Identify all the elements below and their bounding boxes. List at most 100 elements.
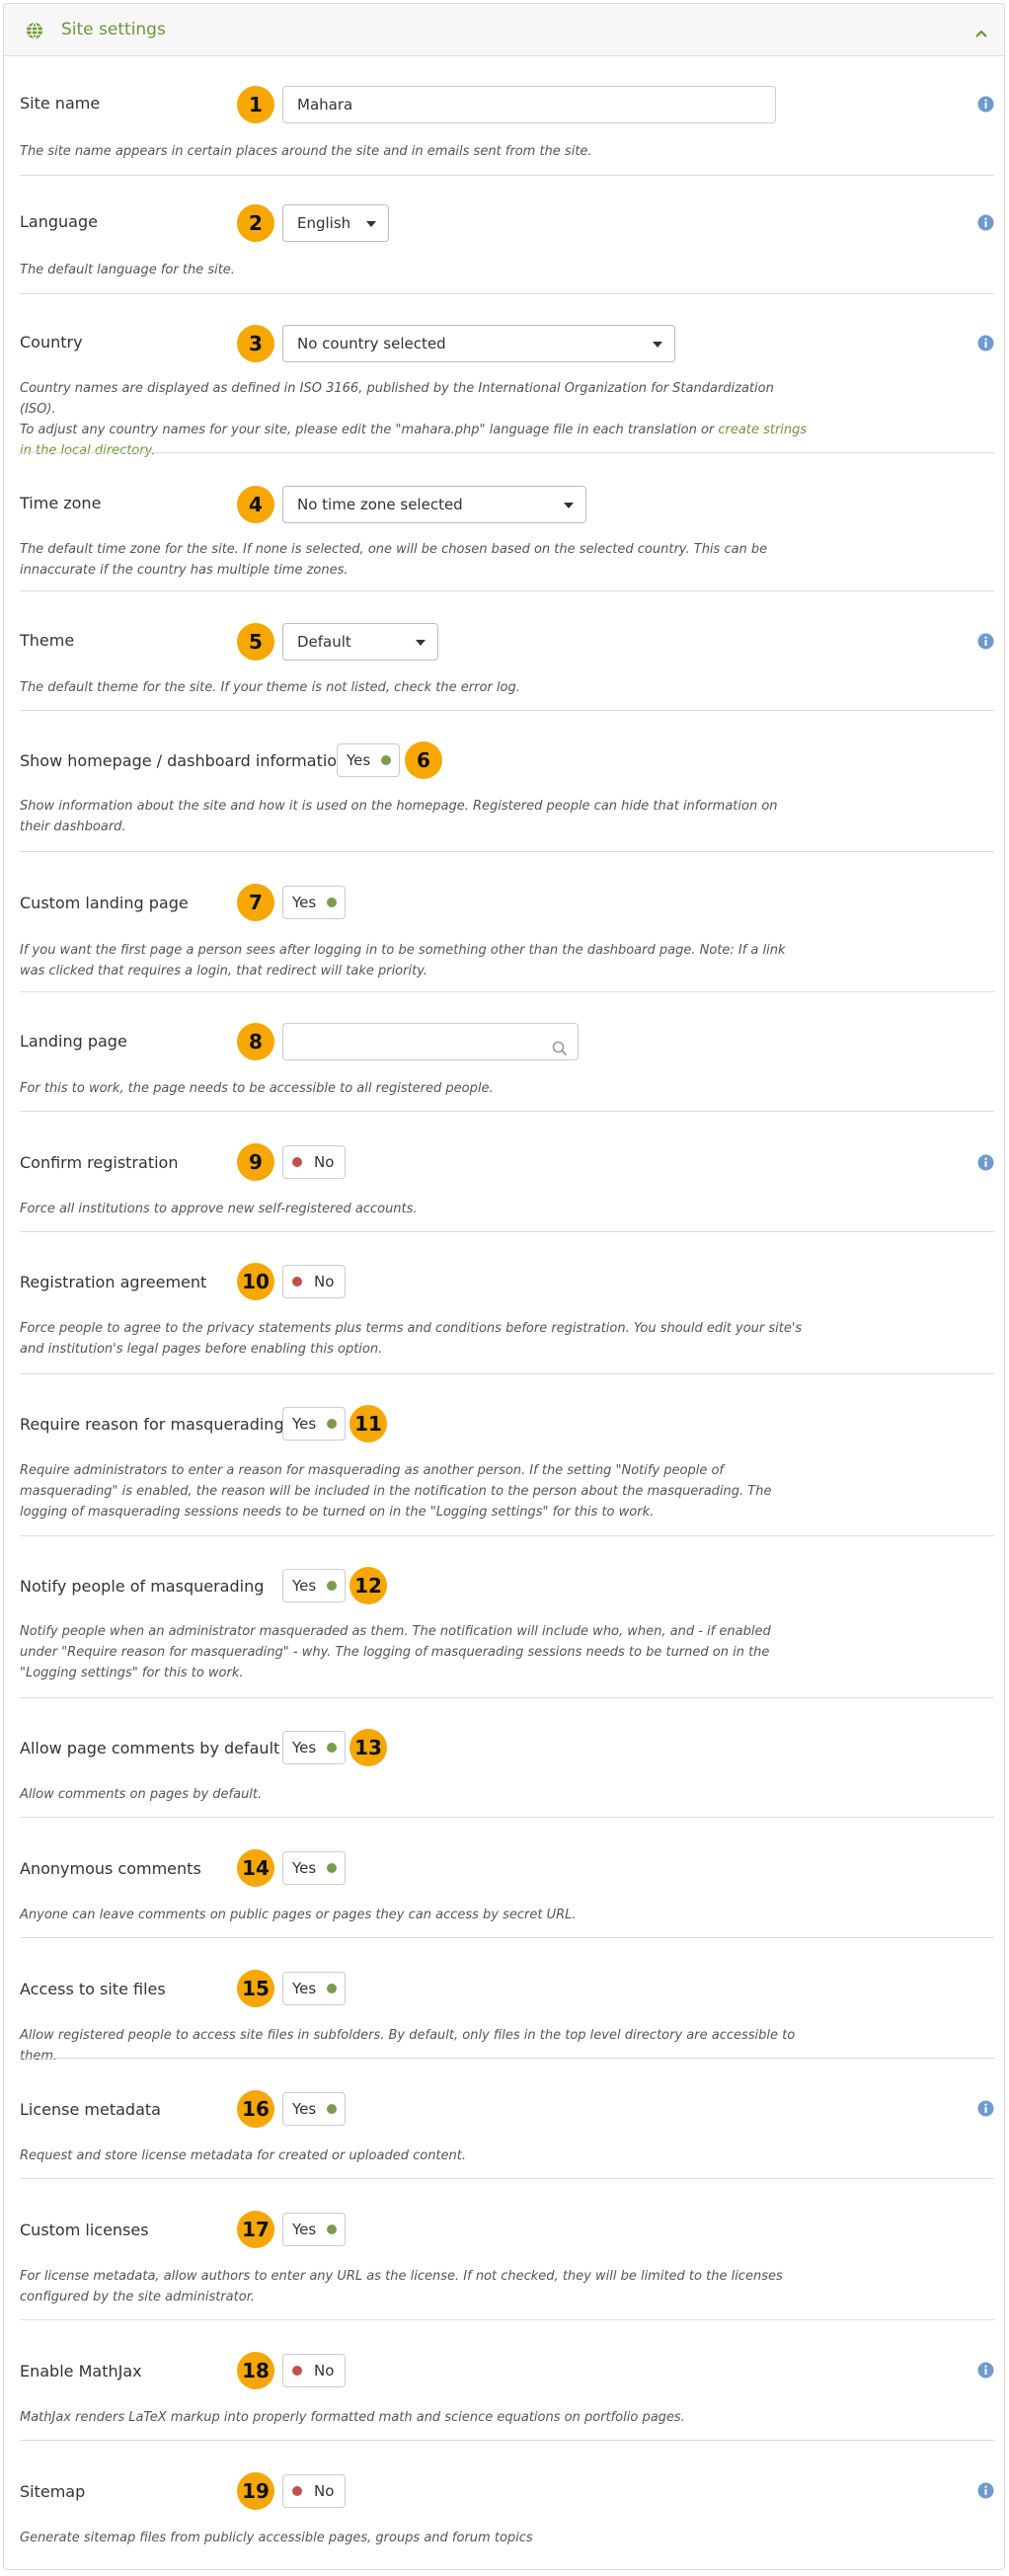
info-icon[interactable] — [977, 633, 994, 654]
license-metadata-description: Request and store license metadata for c… — [20, 2148, 466, 2163]
require-reason-label: Require reason for masquerading — [20, 1415, 284, 1434]
toggle-label: No — [314, 1153, 335, 1171]
callout-badge: 1 — [237, 86, 274, 123]
field-site-files: Access to site files 15 Yes Allow regist… — [20, 1938, 994, 2064]
language-selected-value: English — [297, 214, 351, 232]
toggle-label: Yes — [292, 1739, 317, 1756]
callout-badge: 11 — [349, 1405, 387, 1443]
time-zone-label: Time zone — [20, 494, 102, 512]
toggle-indicator — [327, 898, 337, 907]
custom-licenses-description: For license metadata, allow authors to e… — [20, 2269, 783, 2304]
info-icon[interactable] — [977, 2100, 994, 2121]
license-metadata-toggle[interactable]: Yes — [282, 2092, 346, 2126]
registration-agreement-toggle[interactable]: No — [282, 1265, 346, 1298]
field-sitemap: Sitemap 19 No Generate sitemap files fro… — [20, 2441, 994, 2569]
toggle-label: No — [314, 2362, 335, 2380]
info-icon[interactable] — [977, 214, 994, 235]
custom-landing-toggle[interactable]: Yes — [282, 886, 346, 919]
info-icon[interactable] — [977, 335, 994, 355]
page-comments-description: Allow comments on pages by default. — [20, 1787, 263, 1802]
caret-down-icon — [653, 342, 662, 348]
info-icon[interactable] — [977, 2362, 994, 2382]
field-custom-licenses: Custom licenses 17 Yes For license metad… — [20, 2179, 994, 2320]
field-theme: Theme 5 Default The default theme for th… — [20, 591, 994, 711]
confirm-registration-toggle[interactable]: No — [282, 1145, 346, 1179]
require-reason-description: Require administrators to enter a reason… — [20, 1463, 772, 1520]
field-custom-landing-page: Custom landing page 7 Yes If you want th… — [20, 852, 994, 992]
country-select[interactable]: No country selected — [282, 325, 675, 362]
landing-page-label: Landing page — [20, 1032, 127, 1051]
toggle-indicator — [327, 1863, 337, 1873]
toggle-indicator — [381, 755, 391, 765]
field-anonymous-comments: Anonymous comments 14 Yes Anyone can lea… — [20, 1818, 994, 1938]
country-selected-value: No country selected — [297, 335, 446, 352]
site-files-toggle[interactable]: Yes — [282, 1972, 346, 2005]
page-comments-label: Allow page comments by default — [20, 1739, 280, 1757]
registration-agreement-label: Registration agreement — [20, 1273, 207, 1291]
sitemap-toggle[interactable]: No — [282, 2474, 346, 2508]
site-settings-panel: Site settings Site name 1 Mahara The sit… — [3, 3, 1005, 2570]
theme-select[interactable]: Default — [282, 623, 438, 661]
anonymous-comments-description: Anyone can leave comments on public page… — [20, 1908, 577, 1922]
toggle-label: No — [314, 2482, 335, 2500]
field-notify-masquerading: Notify people of masquerading Yes 12 Not… — [20, 1536, 994, 1698]
callout-badge: 5 — [237, 623, 274, 661]
panel-header[interactable]: Site settings — [4, 4, 1004, 56]
field-mathjax: Enable MathJax 18 No MathJax renders LaT… — [20, 2320, 994, 2441]
sitemap-label: Sitemap — [20, 2482, 86, 2501]
toggle-indicator — [292, 2486, 302, 2496]
landing-page-search-input[interactable] — [282, 1023, 579, 1060]
page-comments-toggle[interactable]: Yes — [282, 1731, 346, 1764]
callout-badge: 2 — [237, 204, 274, 242]
callout-badge: 14 — [237, 1849, 274, 1887]
callout-badge: 6 — [405, 742, 442, 779]
notify-masquerading-toggle[interactable]: Yes — [282, 1569, 346, 1602]
landing-page-description: For this to work, the page needs to be a… — [20, 1081, 494, 1096]
info-icon[interactable] — [977, 2482, 994, 2503]
confirm-registration-label: Confirm registration — [20, 1153, 179, 1172]
callout-badge: 15 — [237, 1970, 274, 2007]
callout-badge: 18 — [237, 2352, 274, 2389]
license-metadata-label: License metadata — [20, 2100, 161, 2119]
field-page-comments: Allow page comments by default Yes 13 Al… — [20, 1698, 994, 1818]
toggle-indicator — [327, 1419, 337, 1429]
toggle-indicator — [292, 2366, 302, 2376]
require-reason-toggle[interactable]: Yes — [282, 1407, 346, 1441]
callout-badge: 7 — [237, 884, 274, 921]
theme-selected-value: Default — [297, 633, 351, 651]
site-name-description: The site name appears in certain places … — [20, 144, 592, 159]
callout-badge: 3 — [237, 325, 274, 362]
show-homepage-label: Show homepage / dashboard information — [20, 751, 348, 770]
show-homepage-toggle[interactable]: Yes — [337, 743, 400, 777]
toggle-label: Yes — [292, 1859, 317, 1877]
custom-licenses-label: Custom licenses — [20, 2221, 149, 2239]
toggle-indicator — [327, 1581, 337, 1591]
field-registration-agreement: Registration agreement 10 No Force peopl… — [20, 1232, 994, 1374]
show-homepage-description: Show information about the site and how … — [20, 799, 778, 834]
panel-title: Site settings — [61, 20, 166, 39]
custom-landing-description: If you want the first page a person sees… — [20, 943, 786, 978]
toggle-label: Yes — [347, 751, 371, 769]
toggle-label: Yes — [292, 2100, 317, 2118]
callout-badge: 8 — [237, 1023, 274, 1060]
mathjax-toggle[interactable]: No — [282, 2354, 346, 2387]
site-name-input[interactable]: Mahara — [282, 86, 776, 123]
callout-badge: 19 — [237, 2472, 274, 2510]
language-select[interactable]: English — [282, 204, 389, 242]
toggle-label: Yes — [292, 1577, 317, 1595]
callout-badge: 4 — [237, 486, 274, 523]
info-icon[interactable] — [977, 96, 994, 117]
callout-badge: 10 — [237, 1263, 274, 1300]
field-license-metadata: License metadata 16 Yes Request and stor… — [20, 2059, 994, 2179]
anonymous-comments-toggle[interactable]: Yes — [282, 1851, 346, 1885]
custom-licenses-toggle[interactable]: Yes — [282, 2213, 346, 2246]
callout-badge: 9 — [237, 1143, 274, 1181]
info-icon[interactable] — [977, 1154, 994, 1175]
time-zone-select[interactable]: No time zone selected — [282, 486, 586, 523]
chevron-up-icon[interactable] — [974, 24, 988, 42]
caret-down-icon — [564, 503, 574, 508]
field-language: Language 2 English The default language … — [20, 176, 994, 294]
caret-down-icon — [416, 640, 426, 646]
search-icon[interactable] — [552, 1034, 568, 1069]
toggle-indicator — [327, 2225, 337, 2234]
